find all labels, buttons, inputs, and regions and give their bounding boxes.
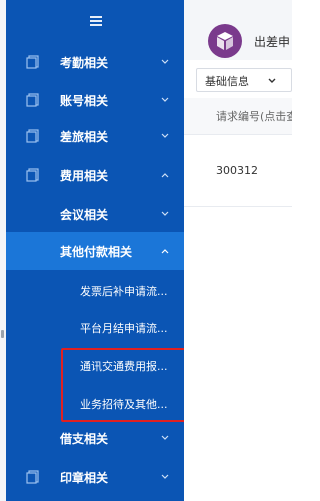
chevron-down-icon	[161, 59, 169, 64]
sidebar-item-label: 费用相关	[60, 168, 109, 183]
chevron-up-icon	[161, 173, 169, 178]
table-cell-request-id[interactable]: 300312	[216, 164, 258, 177]
filter-select-value: 基础信息	[205, 75, 249, 88]
column-header-request-id[interactable]: 请求编号(点击查	[216, 108, 292, 124]
chevron-down-icon	[161, 474, 169, 479]
menu-item-platform-monthly[interactable]: 平台月结申请流...	[6, 309, 184, 347]
document-icon	[26, 168, 39, 182]
sidebar-item-label: 印章相关	[60, 470, 109, 485]
main-content: 出差申 基础信息 请求编号(点击查 300312	[184, 0, 292, 501]
sidebar-item-label: 差旅相关	[60, 129, 109, 144]
sidebar-subitem-meeting[interactable]: 会议相关	[6, 195, 184, 233]
sidebar-subitem-label: 会议相关	[60, 208, 109, 222]
app-logo	[208, 24, 242, 58]
sidebar: 考勤相关 账号相关 差旅相关 费用相关 会议相关 其他付款相关 发票后补申请流.…	[6, 0, 184, 501]
sidebar-item-expense[interactable]: 费用相关	[6, 156, 184, 194]
page-title: 出差申	[254, 35, 291, 49]
sidebar-item-travel[interactable]: 差旅相关	[6, 117, 184, 155]
document-icon	[26, 55, 39, 69]
menu-item-label: 发票后补申请流...	[80, 285, 168, 298]
sidebar-item-label: 借支相关	[60, 431, 109, 446]
cube-icon	[217, 32, 233, 50]
sidebar-subitem-label: 其他付款相关	[60, 245, 133, 259]
chevron-down-icon	[268, 78, 276, 83]
sidebar-item-loan[interactable]: 借支相关	[6, 419, 184, 457]
sidebar-item-seal[interactable]: 印章相关	[6, 458, 184, 496]
table-row[interactable]: 300312	[184, 134, 292, 207]
filter-select[interactable]: 基础信息	[196, 68, 292, 92]
chevron-up-icon	[161, 249, 169, 254]
sidebar-item-label: 账号相关	[60, 93, 109, 108]
sidebar-item-attendance[interactable]: 考勤相关	[6, 43, 184, 81]
menu-item-label: 平台月结申请流...	[80, 322, 168, 335]
app-frame: 考勤相关 账号相关 差旅相关 费用相关 会议相关 其他付款相关 发票后补申请流.…	[0, 0, 292, 501]
document-icon	[26, 129, 39, 143]
sidebar-item-account[interactable]: 账号相关	[6, 81, 184, 119]
sidebar-item-label: 考勤相关	[60, 55, 109, 70]
table-header: 请求编号(点击查	[184, 98, 292, 135]
gutter-handle[interactable]	[1, 330, 4, 338]
chevron-down-icon	[161, 435, 169, 440]
document-icon	[26, 93, 39, 107]
menu-collapse-icon[interactable]	[90, 16, 104, 28]
top-bar: 出差申	[184, 0, 292, 60]
chevron-down-icon	[161, 97, 169, 102]
sidebar-subitem-other-payment[interactable]: 其他付款相关	[6, 232, 184, 270]
document-icon	[26, 470, 39, 484]
menu-item-invoice-supplement[interactable]: 发票后补申请流...	[6, 272, 184, 310]
chevron-down-icon	[161, 133, 169, 138]
chevron-down-icon	[161, 211, 169, 216]
